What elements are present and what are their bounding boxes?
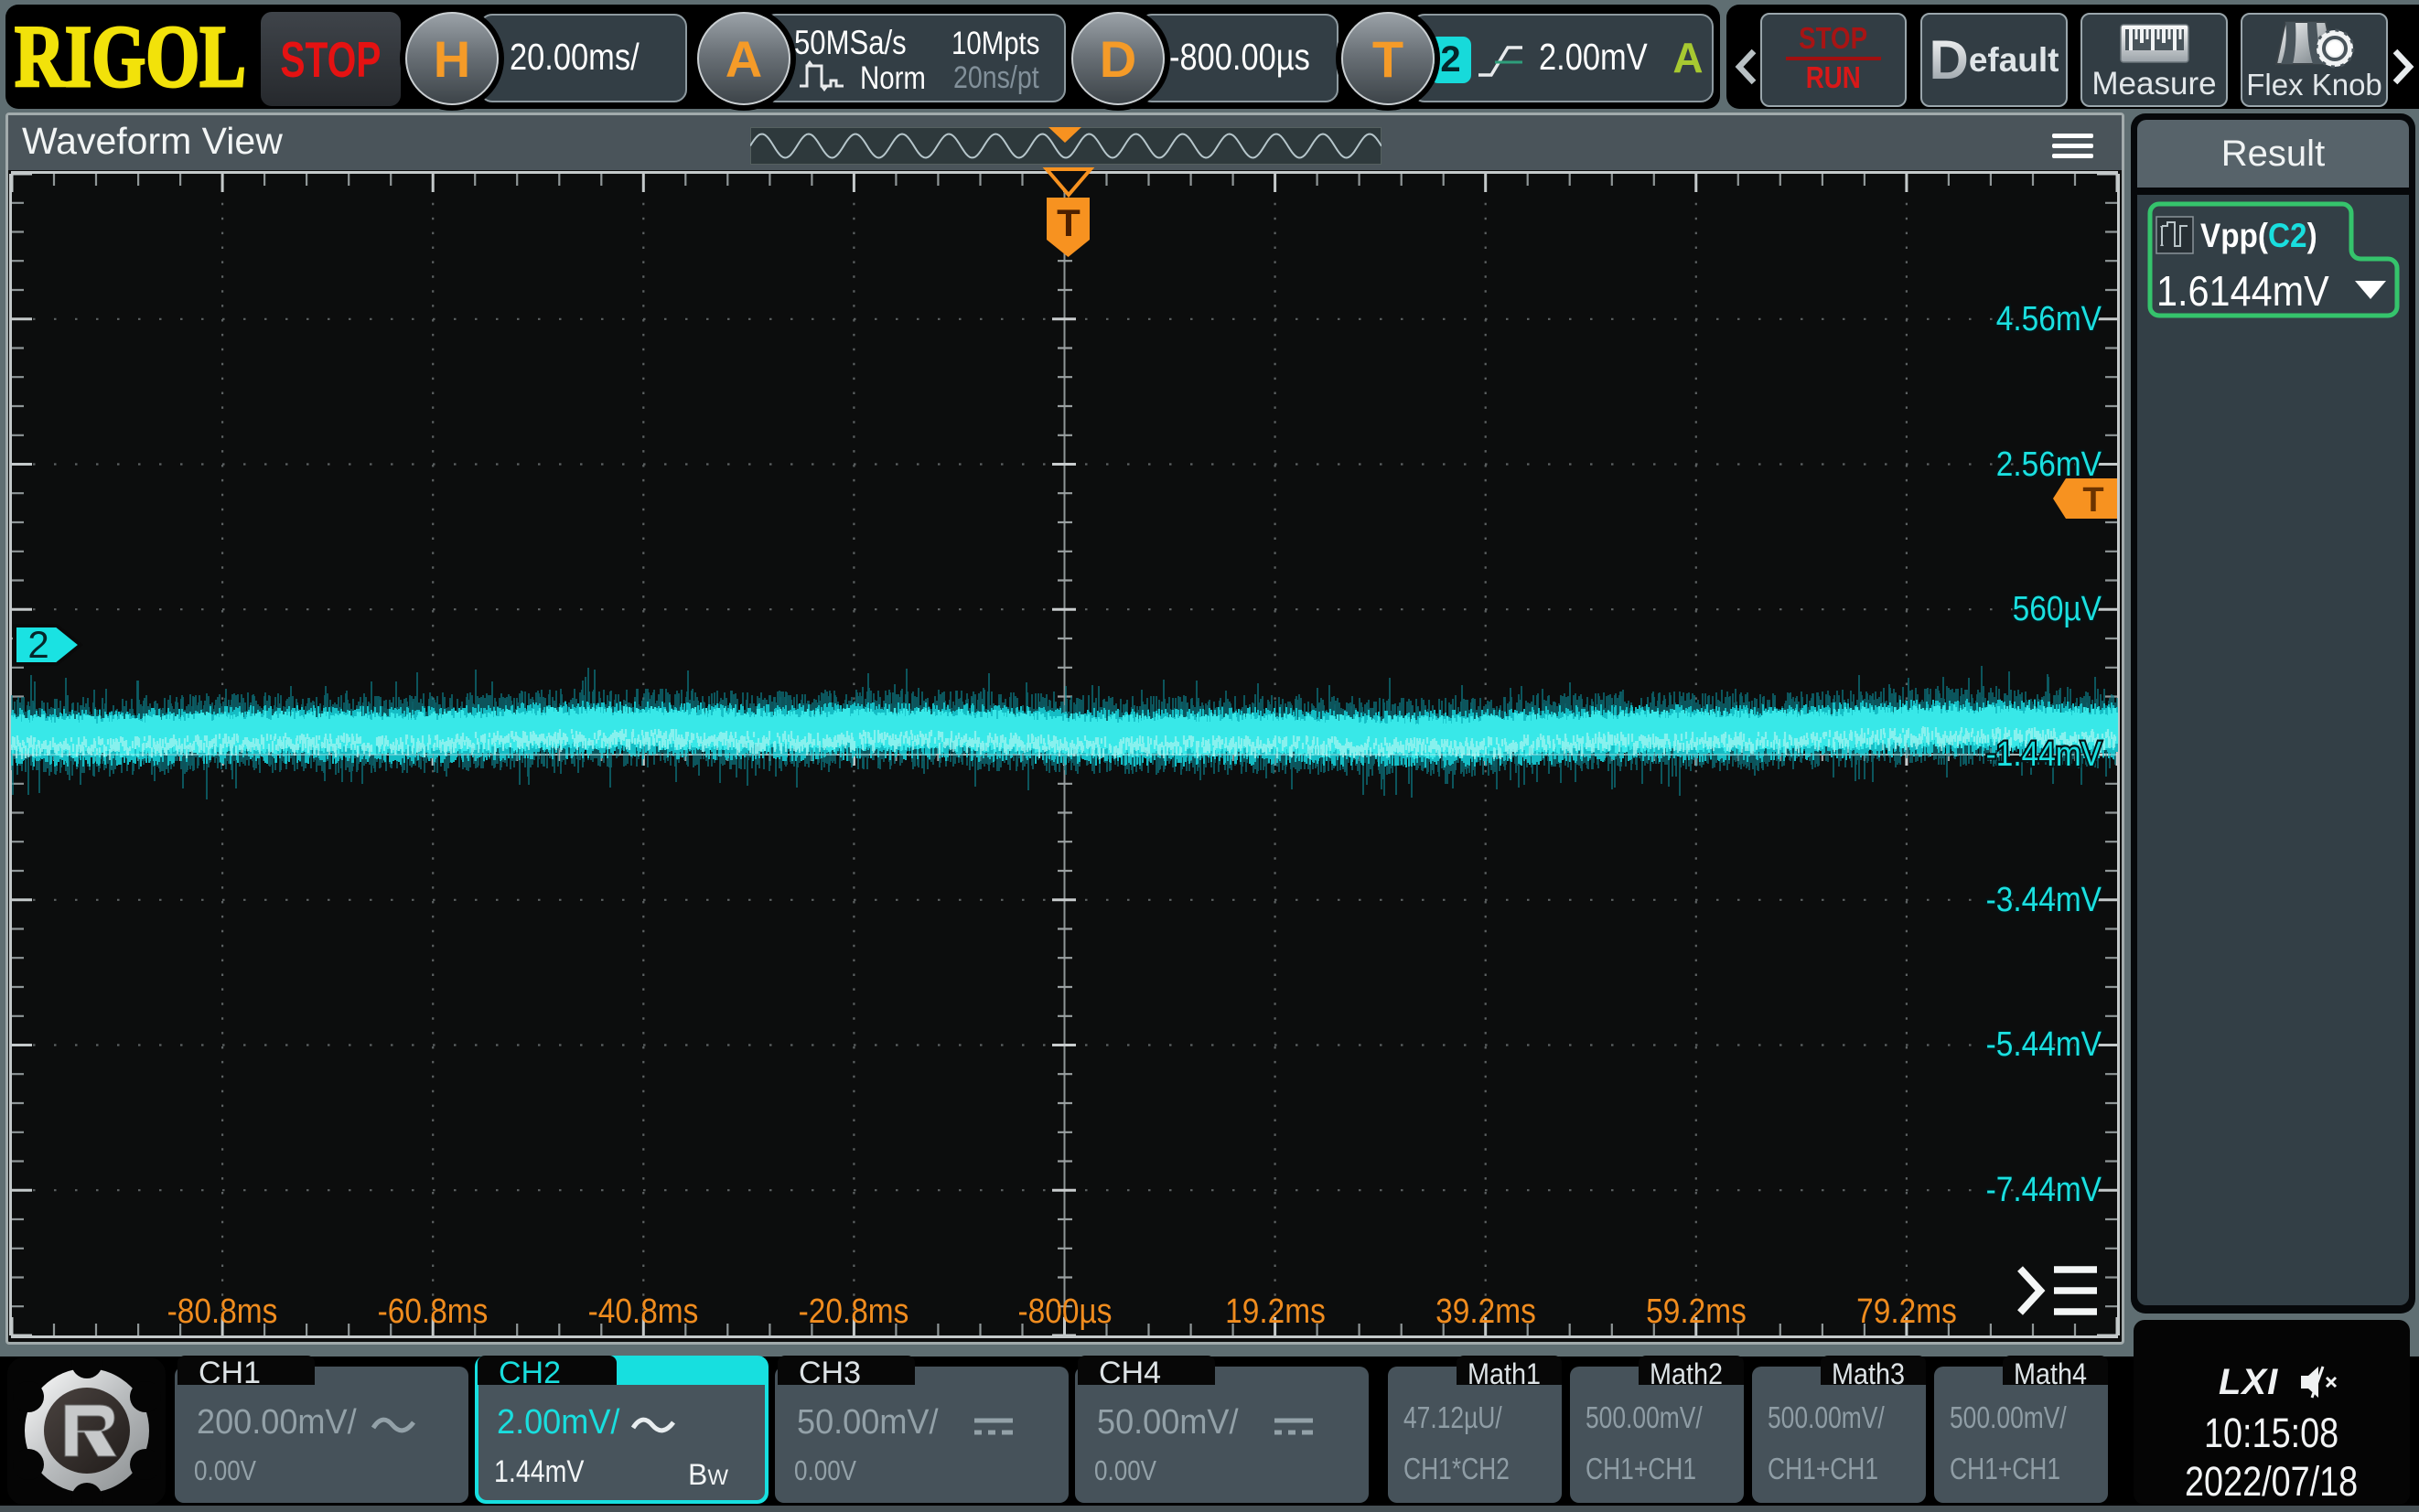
svg-text:560µV: 560µV bbox=[2013, 589, 2102, 627]
svg-text:-80.8ms: -80.8ms bbox=[167, 1292, 278, 1330]
svg-text:-800µs: -800µs bbox=[1018, 1292, 1113, 1330]
svg-text:-60.8ms: -60.8ms bbox=[378, 1292, 489, 1330]
svg-text:-20.8ms: -20.8ms bbox=[799, 1292, 909, 1330]
svg-text:79.2ms: 79.2ms bbox=[1856, 1292, 1957, 1330]
svg-text:-5.44mV: -5.44mV bbox=[1986, 1024, 2102, 1063]
svg-text:T: T bbox=[1057, 201, 1080, 244]
svg-text:39.2ms: 39.2ms bbox=[1435, 1292, 1536, 1330]
svg-text:-7.44mV: -7.44mV bbox=[1986, 1170, 2102, 1208]
svg-text:4.56mV: 4.56mV bbox=[1996, 299, 2102, 338]
svg-text:-1.44mV: -1.44mV bbox=[1986, 735, 2102, 773]
svg-text:-3.44mV: -3.44mV bbox=[1986, 880, 2102, 918]
svg-text:2: 2 bbox=[27, 623, 48, 666]
svg-text:19.2ms: 19.2ms bbox=[1225, 1292, 1326, 1330]
svg-text:T: T bbox=[2082, 481, 2103, 520]
svg-text:-40.8ms: -40.8ms bbox=[588, 1292, 699, 1330]
svg-text:2.56mV: 2.56mV bbox=[1996, 445, 2102, 483]
svg-text:59.2ms: 59.2ms bbox=[1646, 1292, 1747, 1330]
